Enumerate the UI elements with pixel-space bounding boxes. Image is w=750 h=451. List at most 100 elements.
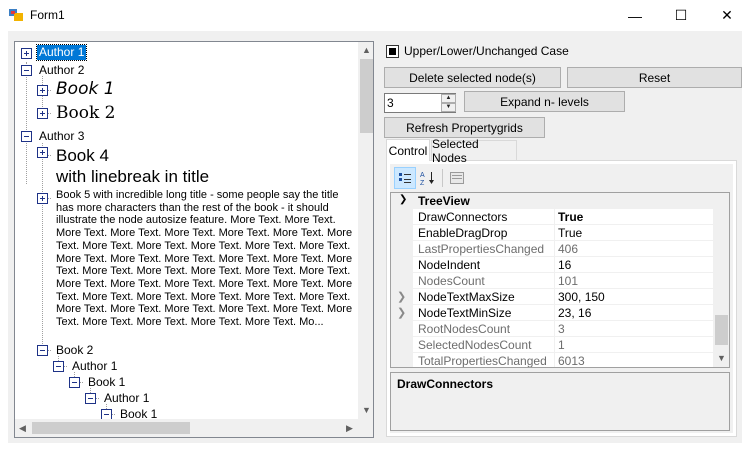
scroll-down-icon[interactable]: ▼ bbox=[362, 405, 371, 415]
spin-down-icon[interactable]: ▼ bbox=[441, 103, 456, 112]
property-value[interactable]: 406 bbox=[558, 242, 578, 256]
expand-icon[interactable] bbox=[37, 85, 48, 96]
tree-node-author-1-deep[interactable]: Author 1 bbox=[104, 391, 149, 405]
tree-horizontal-scrollbar[interactable]: ◀ ▶ bbox=[15, 419, 358, 437]
property-row[interactable]: DrawConnectors True bbox=[391, 209, 714, 225]
property-name: NodesCount bbox=[418, 274, 485, 288]
column-separator bbox=[554, 305, 555, 321]
scroll-up-icon[interactable]: ▲ bbox=[362, 45, 371, 55]
collapse-icon[interactable] bbox=[21, 65, 32, 76]
app-icon bbox=[9, 9, 23, 21]
tree-node-book-1-nested[interactable]: Book 1 bbox=[88, 375, 125, 389]
property-value[interactable]: 300, 150 bbox=[558, 290, 605, 304]
chevron-right-icon[interactable]: ❯ bbox=[397, 290, 406, 303]
property-value[interactable]: True bbox=[558, 210, 583, 224]
alphabetical-sort-icon[interactable]: A Z bbox=[417, 167, 439, 189]
tree-node-book-5[interactable]: Book 5 with incredible long title - some… bbox=[56, 189, 356, 342]
property-row[interactable]: ❯ NodeTextMaxSize 300, 150 bbox=[391, 289, 714, 305]
expand-icon[interactable] bbox=[37, 108, 48, 119]
column-separator bbox=[554, 241, 555, 257]
expand-icon[interactable] bbox=[21, 48, 32, 59]
reset-button[interactable]: Reset bbox=[567, 67, 742, 88]
property-grid[interactable]: A Z ❯ TreeView DrawConnectors True Enabl… bbox=[390, 164, 733, 433]
scroll-right-icon[interactable]: ▶ bbox=[346, 423, 353, 433]
tree-node-author-3[interactable]: Author 3 bbox=[39, 129, 84, 143]
expand-icon[interactable] bbox=[37, 147, 48, 158]
property-row[interactable]: LastPropertiesChanged 406 bbox=[391, 241, 714, 257]
scroll-thumb[interactable] bbox=[32, 422, 190, 434]
tree-node-author-1-nested[interactable]: Author 1 bbox=[72, 359, 117, 373]
property-grid-toolbar: A Z bbox=[390, 164, 733, 192]
property-row[interactable]: SelectedNodesCount 1 bbox=[391, 337, 714, 353]
tree-node-book-4[interactable]: Book 4 with linebreak in title bbox=[56, 145, 209, 187]
property-value[interactable]: 6013 bbox=[558, 354, 585, 367]
window-title: Form1 bbox=[30, 8, 65, 22]
property-value[interactable]: 23, 16 bbox=[558, 306, 591, 320]
expand-n-levels-button[interactable]: Expand n- levels bbox=[464, 91, 625, 112]
property-value[interactable]: True bbox=[558, 226, 582, 240]
tree-node-book-2-second[interactable]: Book 2 bbox=[56, 343, 93, 357]
property-grid-scrollbar[interactable]: ▼ bbox=[713, 193, 729, 367]
tree-vertical-scrollbar[interactable]: ▲ ▼ bbox=[358, 42, 373, 419]
delete-selected-nodes-button[interactable]: Delete selected node(s) bbox=[384, 67, 561, 88]
property-grid-rows[interactable]: ❯ TreeView DrawConnectors True EnableDra… bbox=[390, 192, 730, 368]
collapse-icon[interactable] bbox=[53, 361, 64, 372]
spin-up-icon[interactable]: ▲ bbox=[441, 94, 456, 103]
tree-node-book-1-deep[interactable]: Book 1 bbox=[120, 407, 157, 419]
toolbar-separator bbox=[442, 169, 443, 187]
tree-node-author-1[interactable]: Author 1 bbox=[35, 44, 88, 61]
scroll-thumb[interactable] bbox=[715, 315, 728, 345]
close-button[interactable]: ✕ bbox=[704, 0, 750, 31]
title-bar[interactable]: Form1 — ☐ ✕ bbox=[0, 0, 750, 31]
description-title: DrawConnectors bbox=[397, 377, 494, 391]
case-checkbox[interactable] bbox=[386, 45, 399, 58]
property-value[interactable]: 1 bbox=[558, 338, 565, 352]
property-row[interactable]: NodesCount 101 bbox=[391, 273, 714, 289]
property-row[interactable]: RootNodesCount 3 bbox=[391, 321, 714, 337]
levels-input[interactable] bbox=[385, 94, 441, 112]
property-pages-icon[interactable] bbox=[446, 167, 468, 189]
minimize-button[interactable]: — bbox=[612, 0, 658, 31]
tree-canvas: Author 1 Author 2 Book 1 Book 2 Author 3… bbox=[15, 42, 358, 419]
levels-numeric-updown[interactable]: ▲ ▼ bbox=[384, 93, 456, 113]
property-row[interactable]: EnableDragDrop True bbox=[391, 225, 714, 241]
column-separator bbox=[554, 321, 555, 337]
expand-icon[interactable] bbox=[37, 193, 48, 204]
chevron-right-icon[interactable]: ❯ bbox=[397, 306, 406, 319]
chevron-down-icon[interactable]: ❯ bbox=[399, 194, 407, 205]
row-margin bbox=[391, 353, 413, 367]
tab-control[interactable]: Control bbox=[386, 139, 430, 161]
maximize-button[interactable]: ☐ bbox=[658, 0, 704, 31]
column-separator bbox=[554, 353, 555, 367]
collapse-icon[interactable] bbox=[21, 131, 32, 142]
tree-node-author-2[interactable]: Author 2 bbox=[39, 63, 84, 77]
tab-selected-nodes[interactable]: Selected Nodes bbox=[431, 137, 517, 165]
property-row[interactable]: ❯ NodeTextMinSize 23, 16 bbox=[391, 305, 714, 321]
property-name: NodeIndent bbox=[418, 258, 481, 272]
property-row[interactable]: NodeIndent 16 bbox=[391, 257, 714, 273]
property-description-pane: DrawConnectors bbox=[390, 372, 730, 431]
property-value[interactable]: 101 bbox=[558, 274, 578, 288]
collapse-icon[interactable] bbox=[69, 377, 80, 388]
refresh-propertygrids-button[interactable]: Refresh Propertygrids bbox=[384, 117, 545, 138]
property-row[interactable]: TotalPropertiesChanged 6013 bbox=[391, 353, 714, 368]
scroll-down-icon[interactable]: ▼ bbox=[717, 353, 726, 363]
collapse-icon[interactable] bbox=[85, 393, 96, 404]
category-row-treeview[interactable]: ❯ TreeView bbox=[391, 193, 714, 209]
scroll-left-icon[interactable]: ◀ bbox=[19, 423, 26, 433]
tree-node-book-4-line-2: with linebreak in title bbox=[56, 167, 210, 186]
property-value[interactable]: 3 bbox=[558, 322, 565, 336]
property-name: TotalPropertiesChanged bbox=[418, 354, 547, 368]
column-separator bbox=[554, 289, 555, 305]
property-name: SelectedNodesCount bbox=[418, 338, 532, 352]
case-checkbox-label[interactable]: Upper/Lower/Unchanged Case bbox=[404, 44, 569, 58]
tree-node-book-2[interactable]: Book 2 bbox=[56, 103, 115, 123]
tree-node-book-1[interactable]: Book 1 bbox=[56, 79, 115, 99]
collapse-icon[interactable] bbox=[101, 409, 112, 419]
property-value[interactable]: 16 bbox=[558, 258, 571, 272]
collapse-icon[interactable] bbox=[37, 345, 48, 356]
connector-line bbox=[26, 62, 27, 184]
scroll-thumb[interactable] bbox=[360, 59, 373, 133]
categorized-view-icon[interactable] bbox=[394, 167, 416, 189]
tree-view[interactable]: Author 1 Author 2 Book 1 Book 2 Author 3… bbox=[14, 41, 374, 438]
